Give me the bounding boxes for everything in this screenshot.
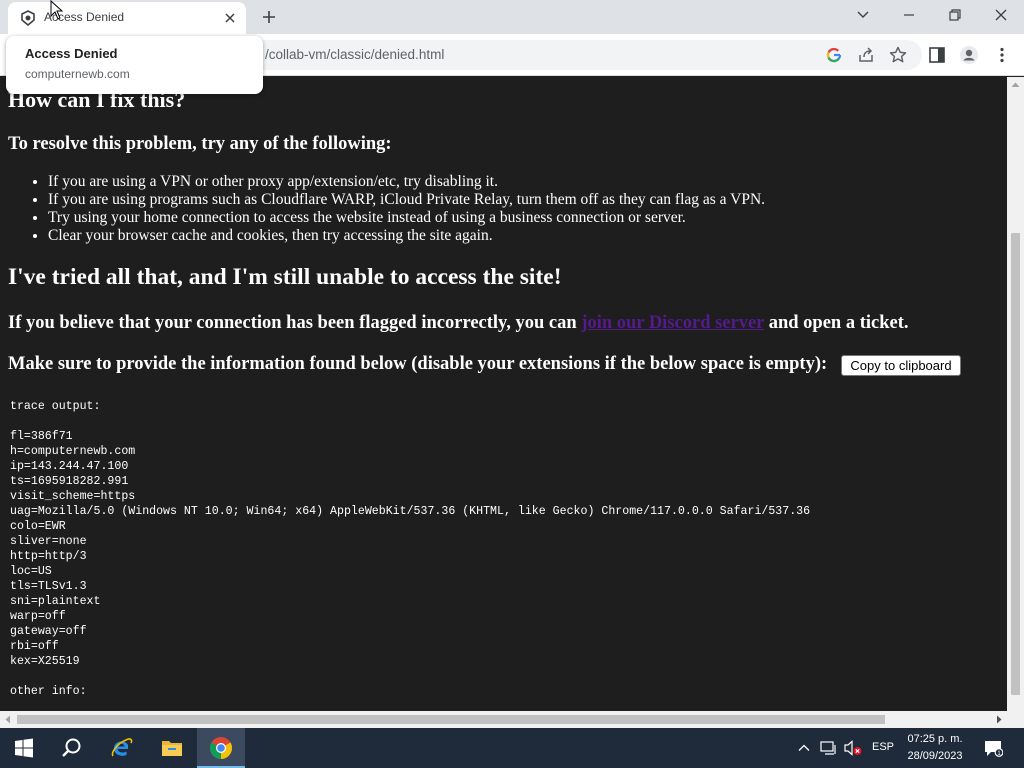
clock-date: 28/09/2023 xyxy=(907,750,963,762)
search-icon xyxy=(62,738,81,757)
mouse-cursor-icon xyxy=(50,0,64,20)
file-explorer-icon xyxy=(162,741,182,756)
star-icon[interactable] xyxy=(888,45,908,65)
vertical-scroll-thumb[interactable] xyxy=(1011,233,1020,695)
restore-icon[interactable] xyxy=(945,6,965,24)
input-language[interactable]: ESP xyxy=(872,741,894,753)
tab-hover-card: Access Denied computernewb.com xyxy=(6,36,263,94)
chrome-taskbar-button[interactable] xyxy=(197,728,245,768)
believe-prefix: If you believe that your connection has … xyxy=(8,313,582,333)
hovercard-domain: computernewb.com xyxy=(25,67,130,81)
list-item: If you are using a VPN or other proxy ap… xyxy=(48,173,765,191)
believe-suffix: and open a ticket. xyxy=(764,313,909,333)
discord-link[interactable]: join our Discord server xyxy=(581,313,764,333)
sidepanel-icon[interactable] xyxy=(927,45,947,65)
chevron-down-icon[interactable] xyxy=(853,6,873,24)
new-tab-icon[interactable] xyxy=(260,8,278,26)
taskbar-clock[interactable]: 07:25 p. m. 28/09/2023 xyxy=(899,731,971,765)
heading-still-unable: I've tried all that, and I'm still unabl… xyxy=(8,264,562,290)
internet-explorer-button[interactable] xyxy=(98,728,146,768)
close-window-icon[interactable] xyxy=(991,6,1011,24)
scroll-up-icon[interactable] xyxy=(1011,81,1020,88)
resolve-heading: To resolve this problem, try any of the … xyxy=(8,134,392,154)
horizontal-scrollbar[interactable] xyxy=(0,711,1024,728)
browser-tab[interactable]: Access Denied xyxy=(8,2,246,34)
tab-favicon-icon xyxy=(21,10,35,26)
notification-icon[interactable]: 1 xyxy=(983,739,1003,757)
start-button[interactable] xyxy=(0,728,48,768)
list-item: If you are using programs such as Cloudf… xyxy=(48,191,765,209)
flagged-incorrectly-text: If you believe that your connection has … xyxy=(8,313,909,334)
hovercard-title: Access Denied xyxy=(25,46,118,61)
menu-dots-icon[interactable] xyxy=(992,45,1012,65)
windows-taskbar: ESP 07:25 p. m. 28/09/2023 1 xyxy=(0,728,1024,768)
vertical-scrollbar[interactable] xyxy=(1007,77,1024,711)
internet-explorer-icon xyxy=(111,738,133,757)
chrome-icon xyxy=(210,737,232,759)
clock-time: 07:25 p. m. xyxy=(907,733,963,745)
windows-start-icon xyxy=(15,738,33,758)
provide-info-text: Make sure to provide the information fou… xyxy=(8,354,828,374)
share-icon[interactable] xyxy=(856,45,876,65)
chevron-up-icon[interactable] xyxy=(797,741,811,755)
list-item: Clear your browser cache and cookies, th… xyxy=(48,227,765,245)
scroll-left-icon[interactable] xyxy=(4,715,11,724)
profile-icon[interactable] xyxy=(959,45,979,65)
network-icon[interactable] xyxy=(820,740,838,756)
trace-output: trace output: fl=386f71 h=computernewb.c… xyxy=(10,400,811,698)
file-explorer-button[interactable] xyxy=(148,728,196,768)
tab-strip: Access Denied xyxy=(0,0,1024,34)
address-url[interactable]: /collab-vm/classic/denied.html xyxy=(265,47,444,62)
horizontal-scroll-thumb[interactable] xyxy=(17,715,885,724)
page-content: How can I fix this? To resolve this prob… xyxy=(0,77,1007,711)
scroll-right-icon[interactable] xyxy=(996,715,1003,724)
list-item: Try using your home connection to access… xyxy=(48,209,765,227)
search-button[interactable] xyxy=(48,728,96,768)
volume-muted-icon[interactable] xyxy=(844,740,862,756)
close-tab-icon[interactable] xyxy=(222,10,238,26)
google-icon[interactable] xyxy=(824,45,844,65)
minimize-icon[interactable] xyxy=(899,6,919,24)
copy-to-clipboard-button[interactable]: Copy to clipboard xyxy=(841,355,961,376)
fix-list: If you are using a VPN or other proxy ap… xyxy=(48,173,765,245)
